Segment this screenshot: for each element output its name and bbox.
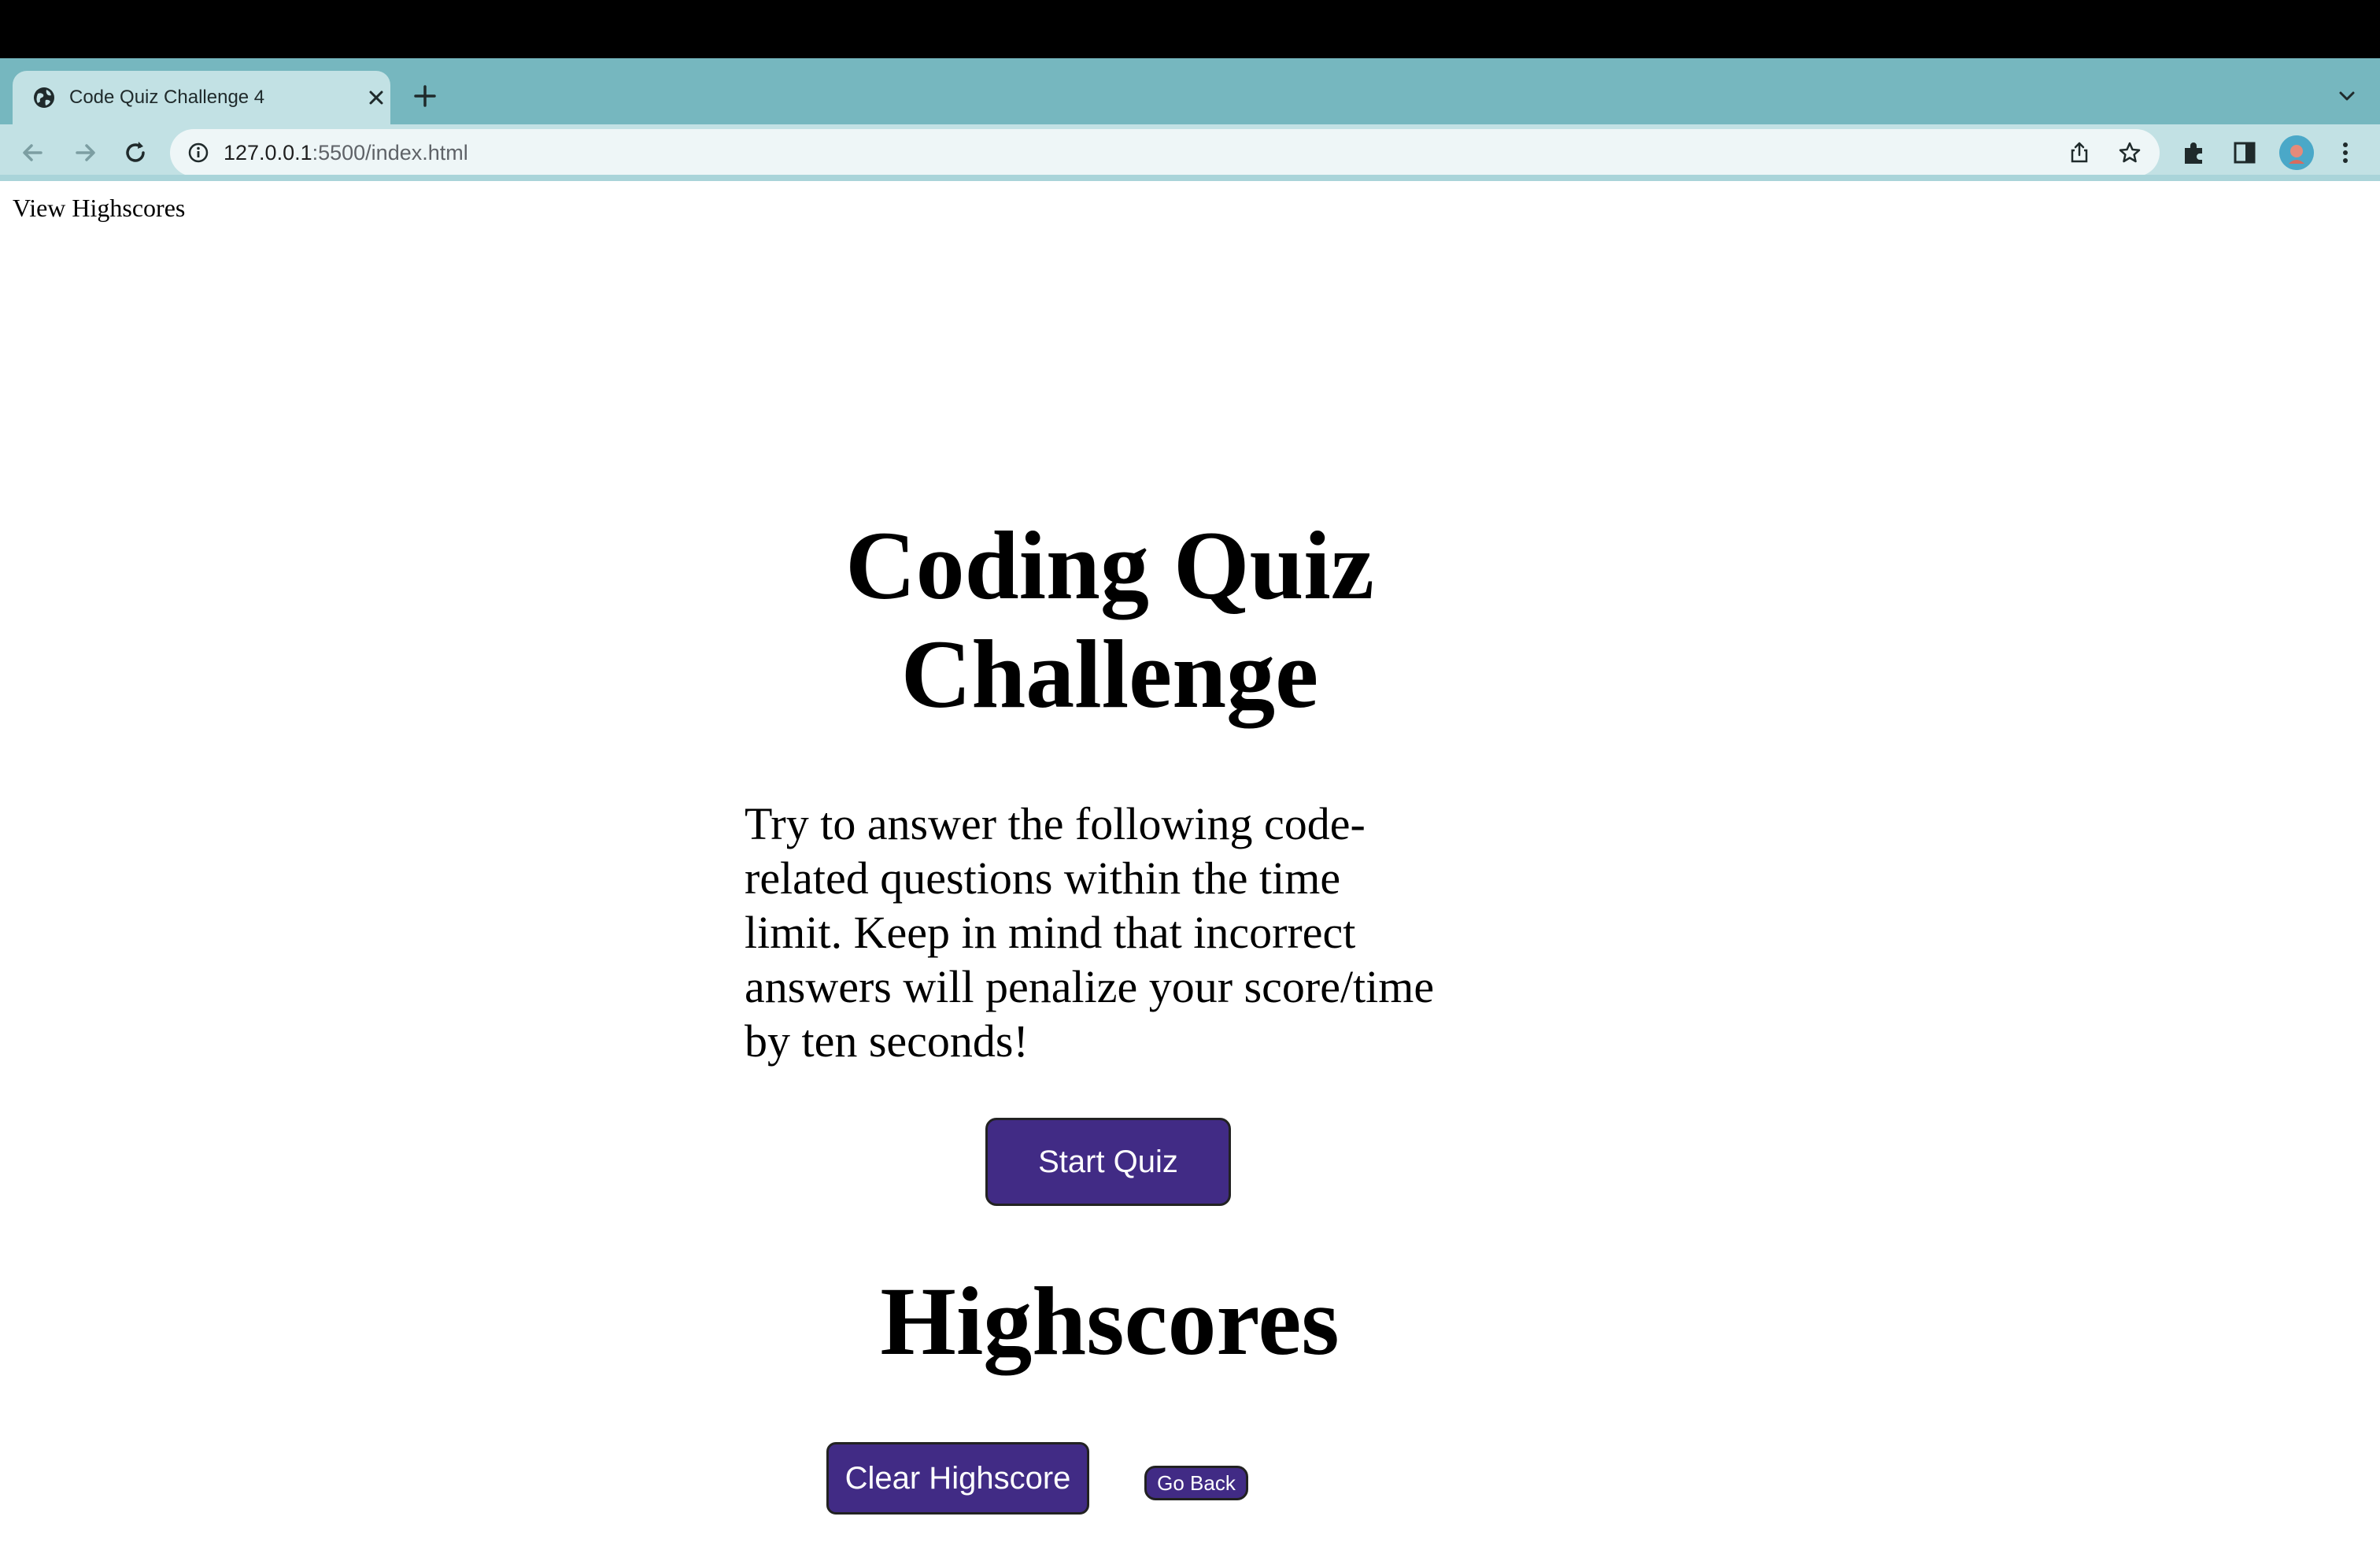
globe-icon: [34, 87, 54, 108]
forward-arrow-icon[interactable]: [69, 137, 101, 168]
go-back-button[interactable]: Go Back: [1144, 1466, 1248, 1500]
browser-tab[interactable]: Code Quiz Challenge 4: [13, 71, 390, 124]
intro-text: Try to answer the following code- relate…: [745, 797, 1500, 1068]
clear-highscore-button[interactable]: Clear Highscore: [826, 1442, 1089, 1515]
share-icon[interactable]: [2067, 140, 2092, 165]
view-highscores-link[interactable]: View Highscores: [13, 192, 185, 224]
intro-line: related questions within the time: [745, 853, 1341, 904]
url-host: 127.0.0.1: [224, 141, 312, 165]
url-text[interactable]: 127.0.0.1:5500/index.html: [224, 139, 468, 167]
browser-toolbar: 127.0.0.1:5500/index.html: [0, 124, 2380, 181]
toolbar-divider: [0, 175, 2380, 181]
reload-icon[interactable]: [120, 137, 151, 168]
bookmark-star-icon[interactable]: [2117, 140, 2142, 165]
title-line-1: Coding Quiz: [845, 512, 1374, 620]
close-icon[interactable]: [364, 85, 389, 110]
address-bar[interactable]: 127.0.0.1:5500/index.html: [170, 129, 2160, 176]
title-line-2: Challenge: [900, 620, 1319, 728]
start-quiz-button[interactable]: Start Quiz: [985, 1118, 1231, 1206]
avatar-image-icon: [2279, 135, 2314, 170]
intro-line: limit. Keep in mind that incorrect: [745, 907, 1356, 958]
side-panel-icon[interactable]: [2230, 139, 2259, 167]
more-vertical-icon[interactable]: [2331, 139, 2360, 167]
chevron-down-icon[interactable]: [2334, 83, 2360, 109]
menu-bar: [0, 0, 2380, 58]
intro-line: by ten seconds!: [745, 1015, 1029, 1067]
intro-line: Try to answer the following code-: [745, 798, 1366, 849]
intro-line: answers will penalize your score/time: [745, 961, 1435, 1012]
url-path: :5500/index.html: [312, 141, 468, 165]
info-icon[interactable]: [187, 142, 209, 164]
tab-title: Code Quiz Challenge 4: [69, 87, 265, 108]
new-tab-plus-icon[interactable]: [411, 82, 439, 110]
back-arrow-icon[interactable]: [17, 137, 49, 168]
extensions-puzzle-icon[interactable]: [2180, 139, 2208, 167]
highscores-title: Highscores: [880, 1267, 1340, 1375]
profile-avatar[interactable]: [2279, 135, 2314, 170]
page-title: Coding Quiz Challenge: [756, 512, 1464, 729]
page-content: View Highscores Coding Quiz Challenge Tr…: [0, 181, 2380, 1546]
tab-strip: Code Quiz Challenge 4: [0, 58, 2380, 124]
